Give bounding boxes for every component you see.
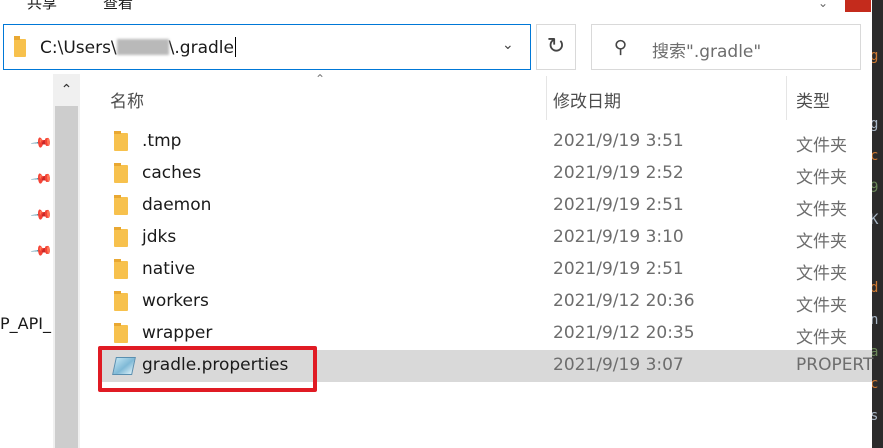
sort-ascending-icon: ⌃ (315, 72, 326, 86)
folder-icon (114, 163, 128, 183)
address-bar[interactable]: C:\Users\ \.gradle ⌄ (3, 24, 531, 70)
column-header-type[interactable]: 类型 (796, 87, 830, 112)
file-date: 2021/9/12 20:35 (553, 323, 695, 343)
refresh-button[interactable]: ↻ (536, 24, 576, 70)
file-date: 2021/9/12 20:36 (553, 291, 695, 311)
nav-scroll-up-button[interactable]: ⌃ (53, 74, 80, 106)
folder-icon (114, 195, 128, 215)
ribbon-tab-share[interactable]: 共享 (27, 0, 57, 13)
column-divider[interactable] (546, 76, 547, 120)
column-divider[interactable] (786, 76, 787, 120)
file-date: 2021/9/19 2:51 (553, 259, 684, 279)
column-header-date[interactable]: 修改日期 (553, 87, 621, 112)
text-cursor (234, 37, 236, 57)
pin-icon: 📌 (29, 131, 54, 156)
path-prefix: C:\Users\ (40, 38, 117, 58)
file-date: 2021/9/19 3:07 (553, 355, 684, 375)
pin-icon: 📌 (29, 167, 54, 192)
search-placeholder: 搜索".gradle" (652, 42, 762, 62)
file-type: 文件夹 (796, 232, 847, 252)
chevron-down-icon[interactable]: ⌄ (502, 37, 514, 53)
file-type: 文件夹 (796, 136, 847, 156)
path-suffix: \.gradle (168, 38, 234, 58)
folder-row[interactable]: native 2021/9/19 2:51 文件夹 (100, 254, 872, 286)
folder-icon (114, 291, 128, 311)
folder-row[interactable]: workers 2021/9/12 20:36 文件夹 (100, 286, 872, 318)
search-box[interactable]: ⚲ 搜索".gradle" (591, 24, 861, 70)
file-date: 2021/9/19 3:10 (553, 227, 684, 247)
chevron-up-icon: ⌃ (60, 82, 73, 98)
background-editor-strip: g g c 9 K d n a c s (872, 0, 883, 448)
ribbon-collapse-icon[interactable]: ⌄ (818, 0, 828, 10)
search-icon: ⚲ (614, 37, 628, 58)
file-date: 2021/9/19 2:52 (553, 163, 684, 183)
refresh-icon: ↻ (546, 34, 566, 59)
file-type: 文件夹 (796, 168, 847, 188)
folder-row[interactable]: caches 2021/9/19 2:52 文件夹 (100, 158, 872, 190)
file-type: 文件夹 (796, 328, 847, 348)
nav-scrollbar-thumb[interactable] (55, 106, 78, 448)
close-button[interactable] (845, 0, 871, 12)
address-path[interactable]: C:\Users\ \.gradle (40, 37, 236, 58)
ribbon-tab-view[interactable]: 查看 (103, 0, 133, 13)
file-name: daemon (142, 195, 212, 215)
file-type: 文件夹 (796, 200, 847, 220)
folder-icon (114, 227, 128, 247)
folder-icon (114, 259, 128, 279)
folder-row[interactable]: daemon 2021/9/19 2:51 文件夹 (100, 190, 872, 222)
redacted-username (116, 39, 169, 55)
nav-item-partial[interactable]: P_API_ (0, 314, 51, 333)
file-type: 文件夹 (796, 296, 847, 316)
file-name: wrapper (142, 323, 213, 343)
file-type: 文件夹 (796, 264, 847, 284)
folder-row[interactable]: .tmp 2021/9/19 3:51 文件夹 (100, 126, 872, 158)
pin-icon: 📌 (29, 239, 54, 264)
folder-icon (14, 36, 26, 57)
folder-icon (114, 323, 128, 343)
folder-row[interactable]: jdks 2021/9/19 3:10 文件夹 (100, 222, 872, 254)
file-name: .tmp (142, 131, 182, 151)
file-name: caches (142, 163, 202, 183)
annotation-highlight-box (98, 346, 317, 392)
file-type: PROPERT (796, 355, 874, 375)
file-name: workers (142, 291, 209, 311)
column-header-name[interactable]: 名称 (110, 87, 144, 112)
pin-icon: 📌 (29, 203, 54, 228)
file-name: native (142, 259, 196, 279)
file-date: 2021/9/19 2:51 (553, 195, 684, 215)
file-name: jdks (142, 227, 177, 247)
folder-icon (114, 131, 128, 151)
file-date: 2021/9/19 3:51 (553, 131, 684, 151)
